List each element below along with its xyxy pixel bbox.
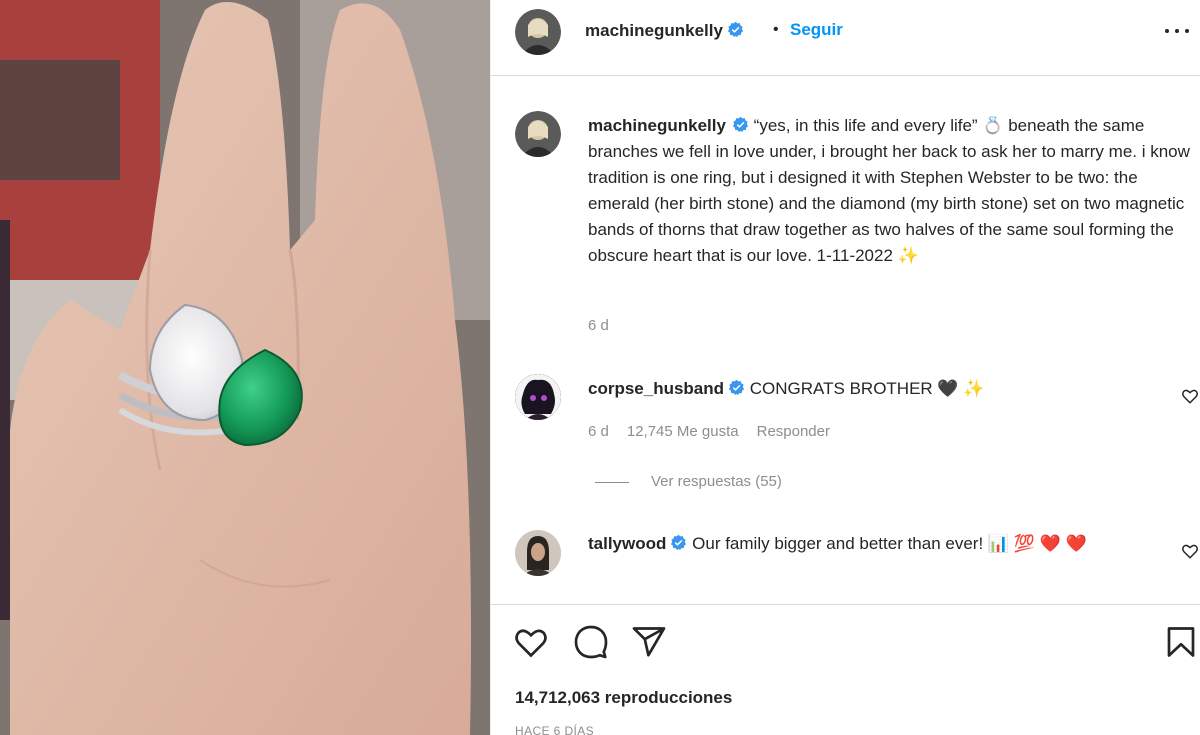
verified-badge-icon [732,116,749,133]
author-avatar[interactable] [515,9,561,55]
follow-button[interactable]: Seguir [790,20,843,40]
caption-username[interactable]: machinegunkelly [588,116,726,135]
post-header: machinegunkelly • Seguir [491,0,1200,76]
comment-like-heart-icon[interactable] [1181,387,1199,405]
verified-badge-icon [671,534,687,551]
caption-author-avatar[interactable] [515,111,561,157]
post-actions-bar: 14,712,063 reproducciones HACE 6 DÍAS [491,604,1200,735]
share-icon[interactable] [631,624,667,660]
comment-text: Our family bigger and better than ever! … [692,534,1087,553]
comment-like-heart-icon[interactable] [1181,542,1199,560]
comment-text: CONGRATS BROTHER 🖤 ✨ [749,379,985,398]
post-caption: machinegunkelly “yes, in this life and e… [588,113,1198,269]
view-replies-label[interactable]: Ver respuestas (55) [651,473,782,490]
comment-item: corpse_husband CONGRATS BROTHER 🖤 ✨ [588,376,1168,402]
comment-username[interactable]: corpse_husband [588,379,724,398]
comment-meta: 6 d 12,745 Me gusta Responder [588,423,848,440]
comment-likes-count[interactable]: 12,745 Me gusta [627,423,739,440]
verified-badge-icon [727,21,744,38]
view-replies-button[interactable]: Ver respuestas (55) [595,473,782,490]
views-count[interactable]: 14,712,063 reproducciones [515,688,732,708]
post-details-panel: machinegunkelly • Seguir machinegunkelly… [490,0,1200,735]
heart-icon[interactable] [513,624,549,660]
bookmark-icon[interactable] [1163,624,1199,660]
caption-timestamp[interactable]: 6 d [588,317,609,334]
comment-avatar-tallywood[interactable] [515,530,561,576]
replies-divider-line [595,481,629,483]
comment-avatar-corpse-husband[interactable] [515,374,561,420]
post-media[interactable] [0,0,490,735]
more-options-icon[interactable] [1163,20,1191,40]
caption-text: “yes, in this life and every life” 💍 ben… [588,116,1190,265]
comment-timestamp[interactable]: 6 d [588,423,609,440]
comment-username[interactable]: tallywood [588,534,666,553]
ring-photo [0,0,490,735]
author-username-text[interactable]: machinegunkelly [585,21,723,40]
verified-badge-icon [728,379,745,396]
comment-item: tallywood Our family bigger and better t… [588,531,1168,557]
reply-button[interactable]: Responder [757,423,830,440]
author-username[interactable]: machinegunkelly [585,21,744,41]
separator-dot: • [773,21,779,38]
comment-icon[interactable] [573,624,609,660]
post-date[interactable]: HACE 6 DÍAS [515,724,594,735]
